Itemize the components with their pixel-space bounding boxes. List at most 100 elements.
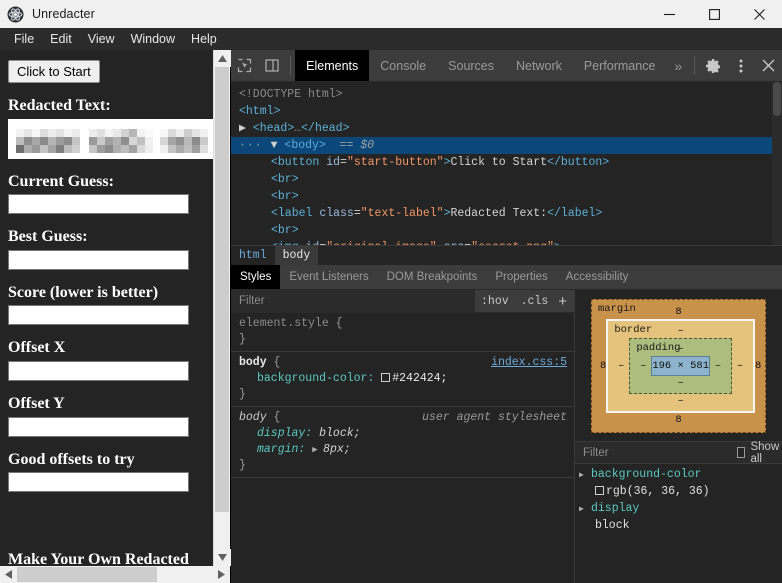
- css-rule[interactable]: body {index.css:5 background-color: #2424…: [231, 352, 574, 407]
- box-model-margin[interactable]: margin 8 8 border – – padding – – 196 × …: [591, 299, 766, 433]
- box-model-padding[interactable]: padding – – 196 × 581 – –: [629, 338, 733, 394]
- gear-icon[interactable]: [699, 50, 727, 81]
- scroll-down-arrow[interactable]: [214, 549, 231, 566]
- border-bottom-value[interactable]: –: [613, 394, 748, 408]
- css-property-value[interactable]: 8px;: [323, 443, 351, 456]
- padding-left-value[interactable]: –: [635, 360, 651, 372]
- color-swatch[interactable]: [381, 373, 391, 382]
- tab-dom-breakpoints[interactable]: DOM Breakpoints: [378, 265, 487, 289]
- computed-filter-input[interactable]: [583, 446, 737, 459]
- dom-tree-row[interactable]: <br>: [231, 171, 782, 188]
- scroll-right-arrow[interactable]: [213, 566, 230, 583]
- menu-item-view[interactable]: View: [80, 31, 123, 47]
- page-scroll-thumb[interactable]: [215, 67, 229, 512]
- start-button[interactable]: Click to Start: [8, 60, 100, 83]
- offset-x-input[interactable]: [8, 360, 189, 381]
- show-all-checkbox[interactable]: [737, 447, 746, 458]
- cls-toggle-button[interactable]: .cls: [515, 290, 555, 313]
- css-property-value[interactable]: #242424;: [392, 372, 447, 385]
- score-input[interactable]: [8, 305, 189, 326]
- tab-performance[interactable]: Performance: [573, 50, 667, 81]
- css-selector[interactable]: body: [239, 356, 274, 369]
- css-declaration[interactable]: margin: ▶ 8px;: [239, 442, 568, 458]
- page-hscroll-thumb[interactable]: [17, 567, 157, 582]
- page-vertical-scrollbar[interactable]: [213, 50, 231, 566]
- current-guess-input[interactable]: [8, 194, 189, 215]
- dom-tree-row[interactable]: <br>: [231, 188, 782, 205]
- new-style-rule-button[interactable]: +: [554, 293, 574, 310]
- devtools-panel: Elements Console Sources Network Perform…: [230, 50, 782, 583]
- computed-property-name[interactable]: ▶ display: [575, 500, 782, 517]
- styles-filter-input[interactable]: [231, 289, 476, 313]
- dom-tree-row[interactable]: <img id="original-image" src="secret.png…: [231, 239, 782, 245]
- margin-bottom-value[interactable]: 8: [600, 413, 757, 427]
- box-model-border[interactable]: border – – padding – – 196 × 581 – – – –: [606, 319, 756, 413]
- css-shorthand-expander[interactable]: ▶: [312, 445, 323, 455]
- computed-property-name[interactable]: ▶ background-color: [575, 466, 782, 483]
- close-button[interactable]: [737, 0, 782, 28]
- menu-item-file[interactable]: File: [6, 31, 42, 47]
- computed-property-expander[interactable]: ▶: [579, 467, 584, 484]
- dom-tree-scrollbar[interactable]: [772, 82, 782, 245]
- dom-tree-row[interactable]: ··· ▼ <body> == $0: [231, 137, 782, 154]
- minimize-button[interactable]: [647, 0, 692, 28]
- dom-row-expander[interactable]: ▼: [271, 139, 285, 152]
- good-offsets-input[interactable]: [8, 472, 189, 493]
- dom-tree-row[interactable]: <!DOCTYPE html>: [231, 86, 782, 103]
- dom-tree-row[interactable]: ▶ <head>…</head>: [231, 120, 782, 137]
- margin-right-value[interactable]: 8: [755, 360, 761, 372]
- dom-row-expander[interactable]: ▶: [239, 122, 253, 135]
- padding-right-value[interactable]: –: [710, 360, 726, 372]
- page-horizontal-scrollbar[interactable]: [0, 566, 230, 583]
- css-declaration[interactable]: background-color: #242424;: [239, 371, 568, 387]
- offset-y-input[interactable]: [8, 416, 189, 437]
- tab-network[interactable]: Network: [505, 50, 573, 81]
- tab-accessibility[interactable]: Accessibility: [557, 265, 638, 289]
- css-rule-origin[interactable]: index.css:5: [491, 355, 567, 371]
- css-property-name[interactable]: display:: [239, 427, 319, 440]
- dom-tree-row[interactable]: <button id="start-button">Click to Start…: [231, 154, 782, 171]
- tab-overflow-icon[interactable]: »: [666, 50, 690, 81]
- dom-tree-scroll-thumb[interactable]: [773, 82, 781, 116]
- color-swatch[interactable]: [595, 486, 604, 495]
- tab-styles[interactable]: Styles: [231, 265, 281, 289]
- tab-event-listeners[interactable]: Event Listeners: [280, 265, 377, 289]
- menu-item-window[interactable]: Window: [123, 31, 183, 47]
- css-rule[interactable]: element.style {}: [231, 313, 574, 352]
- box-model-content-size[interactable]: 196 × 581: [651, 356, 711, 376]
- css-property-name[interactable]: background-color:: [239, 372, 381, 385]
- best-guess-input[interactable]: [8, 249, 189, 270]
- dom-tree[interactable]: <!DOCTYPE html> <html> ▶ <head>…</head> ···…: [231, 82, 782, 245]
- show-all-checkbox-group[interactable]: Show all: [737, 441, 782, 465]
- border-right-value[interactable]: –: [732, 360, 748, 372]
- menu-item-edit[interactable]: Edit: [42, 31, 80, 47]
- menu-item-help[interactable]: Help: [183, 31, 225, 47]
- css-rule-header: body {index.css:5: [239, 355, 568, 371]
- border-left-value[interactable]: –: [613, 360, 629, 372]
- scroll-left-arrow[interactable]: [0, 566, 17, 583]
- padding-bottom-value[interactable]: –: [635, 376, 726, 390]
- scroll-up-arrow[interactable]: [214, 50, 231, 67]
- css-property-name[interactable]: margin:: [239, 443, 312, 456]
- css-rule[interactable]: body {user agent stylesheet display: bloc…: [231, 407, 574, 478]
- breadcrumb-item-body[interactable]: body: [274, 245, 319, 266]
- tab-sources[interactable]: Sources: [437, 50, 505, 81]
- devtools-close-icon[interactable]: [754, 50, 782, 81]
- breadcrumb-item-html[interactable]: html: [231, 246, 275, 266]
- hov-toggle-button[interactable]: :hov: [475, 290, 515, 313]
- dom-tree-row[interactable]: <label class="text-label">Redacted Text:…: [231, 205, 782, 222]
- device-toolbar-icon[interactable]: [259, 50, 287, 81]
- inspect-element-icon[interactable]: [231, 50, 259, 81]
- computed-property-expander[interactable]: ▶: [579, 501, 584, 518]
- tab-properties[interactable]: Properties: [486, 265, 556, 289]
- more-vertical-icon[interactable]: [727, 50, 755, 81]
- css-property-value[interactable]: block;: [319, 427, 360, 440]
- dom-tree-row[interactable]: <html>: [231, 103, 782, 120]
- maximize-button[interactable]: [692, 0, 737, 28]
- css-declaration[interactable]: display: block;: [239, 426, 568, 442]
- css-selector[interactable]: body: [239, 411, 274, 424]
- tab-console[interactable]: Console: [369, 50, 437, 81]
- tab-elements[interactable]: Elements: [295, 50, 370, 81]
- css-selector[interactable]: element.style: [239, 317, 336, 330]
- dom-tree-row[interactable]: <br>: [231, 222, 782, 239]
